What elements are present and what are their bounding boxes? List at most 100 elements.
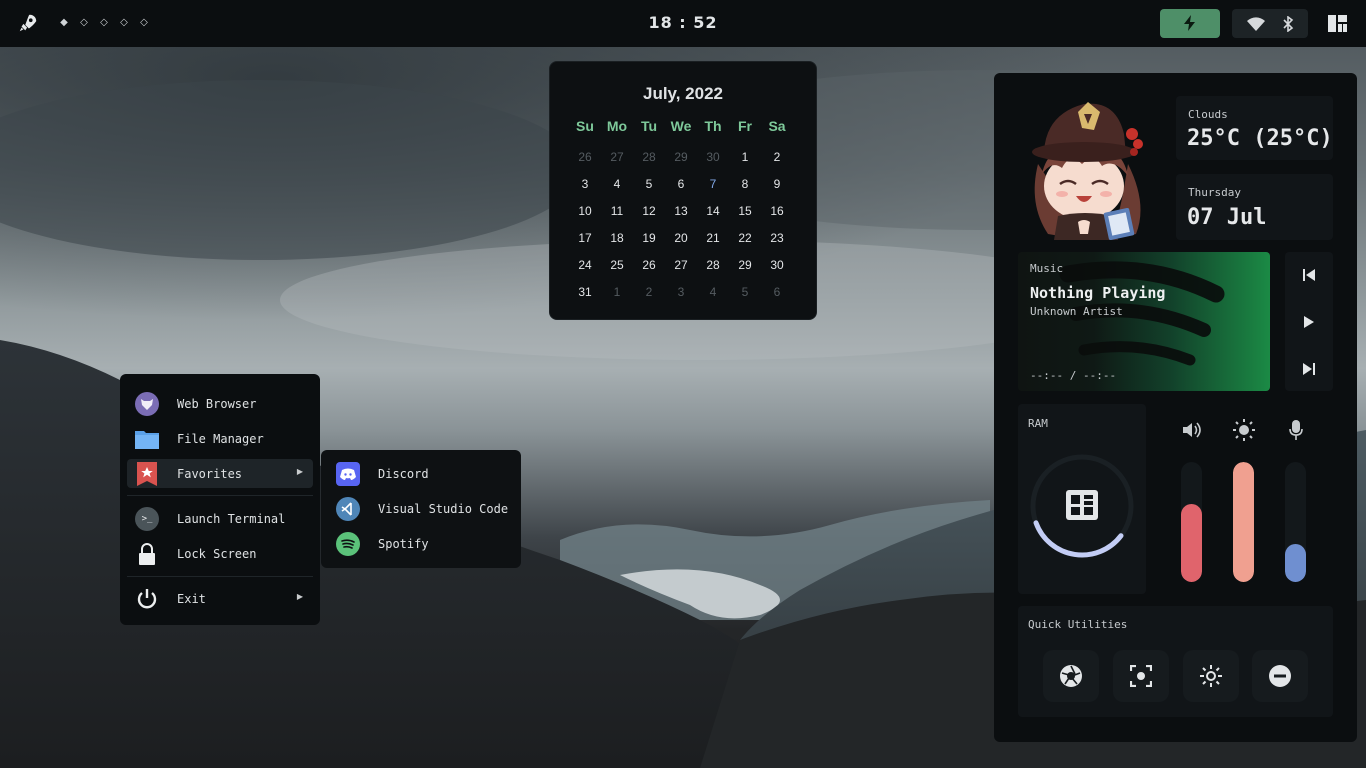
- volume-slider[interactable]: [1181, 462, 1202, 582]
- music-player: Music Nothing Playing Unknown Artist --:…: [1018, 252, 1270, 391]
- menu-separator: [127, 495, 313, 496]
- folder-icon: [135, 427, 159, 451]
- microphone-icon[interactable]: [1284, 418, 1308, 442]
- menu-item-discord[interactable]: Discord: [328, 459, 514, 488]
- brightness-slider[interactable]: [1233, 462, 1254, 582]
- layout-icon[interactable]: [1328, 15, 1347, 32]
- calendar-title: July, 2022: [642, 84, 724, 103]
- menu-item-exit[interactable]: Exit ▶: [127, 584, 313, 613]
- brightness-icon[interactable]: [1232, 418, 1256, 442]
- calendar-day[interactable]: 12: [633, 198, 665, 225]
- calendar-day[interactable]: 9: [761, 171, 793, 198]
- menu-item-label: Exit: [177, 591, 206, 606]
- calendar-day[interactable]: 31: [569, 279, 601, 306]
- calendar-day[interactable]: 15: [729, 198, 761, 225]
- calendar-day[interactable]: 26: [569, 144, 601, 171]
- calendar-day[interactable]: 10: [569, 198, 601, 225]
- calendar-day[interactable]: 16: [761, 198, 793, 225]
- calendar-day[interactable]: 29: [729, 252, 761, 279]
- play-icon[interactable]: [1285, 310, 1333, 334]
- workspace-3[interactable]: ◇: [98, 16, 110, 30]
- calendar-day[interactable]: 3: [665, 279, 697, 306]
- favorites-icon: [135, 461, 159, 486]
- volume-icon[interactable]: [1180, 418, 1204, 442]
- network-button[interactable]: [1232, 9, 1308, 38]
- calendar-day[interactable]: 2: [633, 279, 665, 306]
- brightness-slider-fill: [1233, 462, 1254, 582]
- microphone-slider[interactable]: [1285, 462, 1306, 582]
- menu-item-label: Spotify: [378, 536, 429, 551]
- menu-item-file-manager[interactable]: File Manager: [127, 424, 313, 453]
- calendar-day[interactable]: 3: [569, 171, 601, 198]
- calendar-day[interactable]: 24: [569, 252, 601, 279]
- calendar-grid: Su Mo Tu We Th Fr Sa 26 27 28 29 30 1 2 3 4 5 6 7 8 9 10 11 12 1…: [569, 117, 793, 306]
- calendar-day[interactable]: 22: [729, 225, 761, 252]
- menu-item-label: Launch Terminal: [177, 511, 286, 526]
- discord-icon: [336, 461, 360, 486]
- workspace-2[interactable]: ◇: [78, 16, 90, 30]
- power-icon: [135, 587, 159, 611]
- workspace-1[interactable]: ◆: [58, 16, 70, 30]
- calendar-day[interactable]: 25: [601, 252, 633, 279]
- calendar-popup: July, 2022 Su Mo Tu We Th Fr Sa 26 27 28 29 30 1 2 3 4 5…: [549, 61, 817, 320]
- memory-icon: [1066, 490, 1098, 520]
- calendar-day[interactable]: 6: [761, 279, 793, 306]
- calendar-day[interactable]: 21: [697, 225, 729, 252]
- spotify-icon: [336, 531, 360, 556]
- menu-item-lock-screen[interactable]: Lock Screen: [127, 539, 313, 568]
- calendar-day[interactable]: 14: [697, 198, 729, 225]
- calendar-day[interactable]: 5: [633, 171, 665, 198]
- calendar-day[interactable]: 23: [761, 225, 793, 252]
- menu-item-label: Favorites: [177, 466, 243, 481]
- screen-capture-icon[interactable]: [1113, 650, 1169, 702]
- calendar-day[interactable]: 30: [761, 252, 793, 279]
- ram-gauge: [1030, 454, 1134, 558]
- bluetooth-icon: [1282, 15, 1293, 32]
- submenu-arrow-icon: ▶: [296, 467, 303, 476]
- menu-item-vscode[interactable]: Visual Studio Code: [328, 494, 514, 523]
- calendar-day[interactable]: 27: [665, 252, 697, 279]
- date-weekday: Thursday: [1188, 186, 1241, 199]
- calendar-day[interactable]: 1: [729, 144, 761, 171]
- calendar-day[interactable]: 18: [601, 225, 633, 252]
- calendar-day[interactable]: 20: [665, 225, 697, 252]
- workspace-5[interactable]: ◇: [138, 16, 150, 30]
- do-not-disturb-icon[interactable]: [1252, 650, 1308, 702]
- weather-temperature: 25°C (25°C): [1187, 126, 1333, 151]
- calendar-day[interactable]: 4: [697, 279, 729, 306]
- calendar-day[interactable]: 11: [601, 198, 633, 225]
- vscode-icon: [336, 496, 360, 521]
- calendar-day[interactable]: 27: [601, 144, 633, 171]
- weather-card: Clouds 25°C (25°C): [1176, 96, 1333, 160]
- night-light-icon[interactable]: [1183, 650, 1239, 702]
- calendar-day[interactable]: 8: [729, 171, 761, 198]
- calendar-day[interactable]: 13: [665, 198, 697, 225]
- menu-item-favorites[interactable]: Favorites ▶: [127, 459, 313, 488]
- calendar-day[interactable]: 5: [729, 279, 761, 306]
- workspace-4[interactable]: ◇: [118, 16, 130, 30]
- menu-item-launch-terminal[interactable]: >_ Launch Terminal: [127, 504, 313, 533]
- calendar-day[interactable]: 6: [665, 171, 697, 198]
- submenu-arrow-icon: ▶: [296, 592, 303, 601]
- calendar-day[interactable]: 2: [761, 144, 793, 171]
- calendar-day[interactable]: 30: [697, 144, 729, 171]
- screenshot-icon[interactable]: [1043, 650, 1099, 702]
- calendar-day[interactable]: 17: [569, 225, 601, 252]
- calendar-day[interactable]: 19: [633, 225, 665, 252]
- calendar-day[interactable]: 7: [697, 171, 729, 198]
- previous-icon[interactable]: [1285, 263, 1333, 287]
- menu-item-spotify[interactable]: Spotify: [328, 529, 514, 558]
- calendar-day[interactable]: 26: [633, 252, 665, 279]
- next-icon[interactable]: [1285, 357, 1333, 381]
- wifi-icon: [1246, 16, 1265, 31]
- calendar-day[interactable]: 29: [665, 144, 697, 171]
- music-artist: Unknown Artist: [1030, 305, 1123, 318]
- menu-item-web-browser[interactable]: Web Browser: [127, 389, 313, 418]
- calendar-day[interactable]: 28: [697, 252, 729, 279]
- rocket-icon[interactable]: [16, 12, 40, 36]
- clock[interactable]: 18 : 52: [610, 13, 756, 32]
- calendar-day[interactable]: 4: [601, 171, 633, 198]
- battery-button[interactable]: [1160, 9, 1220, 38]
- calendar-day[interactable]: 28: [633, 144, 665, 171]
- calendar-day[interactable]: 1: [601, 279, 633, 306]
